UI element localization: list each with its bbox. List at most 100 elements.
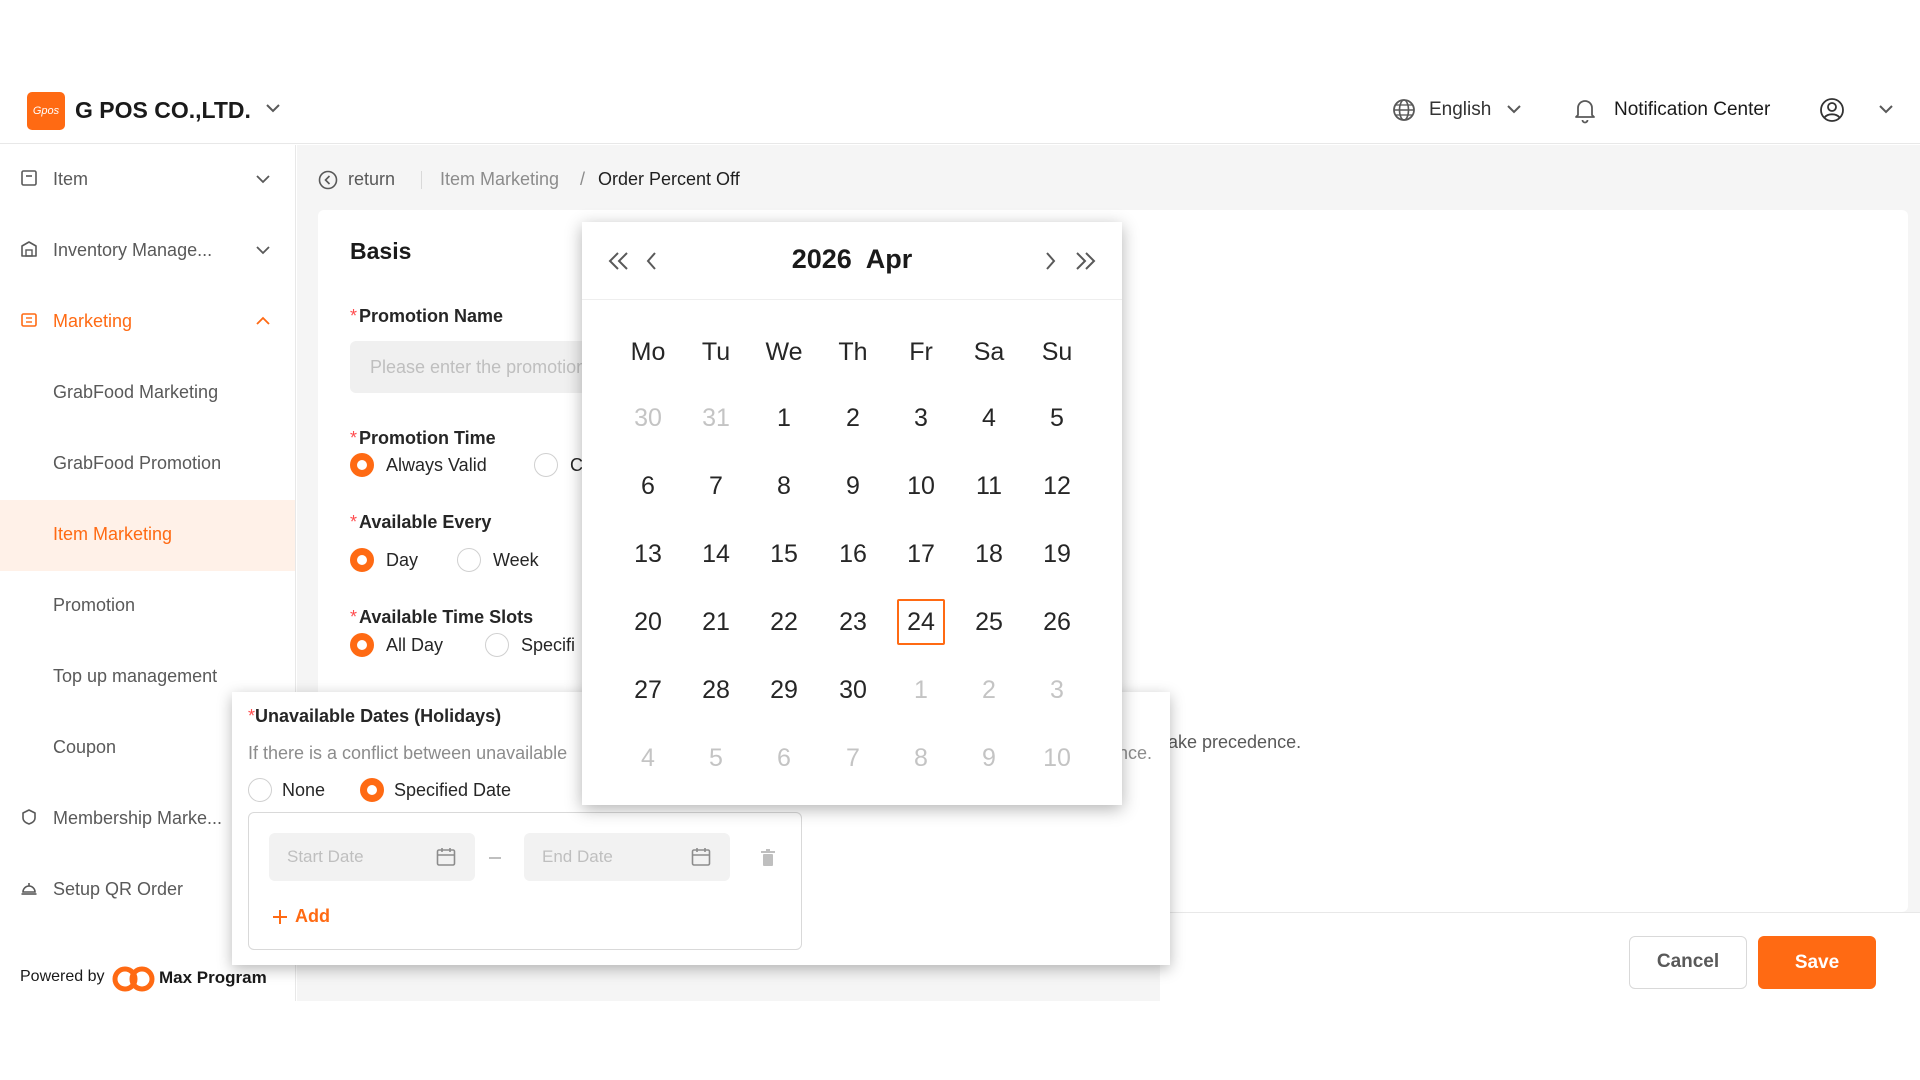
weekday-header: Su bbox=[1041, 338, 1073, 366]
breadcrumb-item-marketing[interactable]: Item Marketing bbox=[440, 169, 559, 190]
promotion-name-input[interactable]: Please enter the promotion name bbox=[350, 341, 590, 393]
chevron-up-icon bbox=[256, 316, 270, 325]
calendar-icon bbox=[691, 848, 711, 866]
calendar-day[interactable]: 2 bbox=[829, 395, 877, 441]
calendar-month[interactable]: Apr bbox=[866, 244, 913, 274]
date-range-box: Start Date End Date Add bbox=[248, 812, 802, 950]
user-chevron-down-icon[interactable] bbox=[1876, 99, 1896, 119]
bell-icon[interactable] bbox=[1572, 96, 1598, 124]
calendar-day[interactable]: 8 bbox=[760, 463, 808, 509]
calendar-day[interactable]: 7 bbox=[692, 463, 740, 509]
language-chevron-down-icon[interactable] bbox=[1504, 99, 1524, 119]
calendar-day[interactable]: 16 bbox=[829, 531, 877, 577]
radio-specified-date[interactable] bbox=[360, 778, 384, 802]
calendar-day[interactable]: 9 bbox=[829, 463, 877, 509]
sidebar-item-grabfood-marketing[interactable]: GrabFood Marketing bbox=[0, 358, 295, 429]
sidebar-item-item-marketing[interactable]: Item Marketing bbox=[0, 500, 295, 571]
sidebar-item-promotion[interactable]: Promotion bbox=[0, 571, 295, 642]
calendar-day[interactable]: 12 bbox=[1033, 463, 1081, 509]
trash-icon[interactable] bbox=[759, 848, 777, 868]
calendar-icon bbox=[436, 848, 456, 866]
sidebar-item-grabfood-promotion[interactable]: GrabFood Promotion bbox=[0, 429, 295, 500]
sidebar-item-marketing[interactable]: Marketing bbox=[0, 287, 295, 358]
chevron-down-icon bbox=[256, 246, 270, 255]
calendar-day[interactable]: 31 bbox=[692, 395, 740, 441]
calendar-day[interactable]: 11 bbox=[965, 463, 1013, 509]
calendar-day[interactable]: 30 bbox=[624, 395, 672, 441]
calendar-day[interactable]: 14 bbox=[692, 531, 740, 577]
max-program-logo-icon bbox=[112, 966, 155, 992]
plus-icon[interactable] bbox=[271, 908, 289, 926]
add-date-button[interactable]: Add bbox=[295, 906, 330, 927]
calendar-day[interactable]: 3 bbox=[1033, 667, 1081, 713]
calendar-day[interactable]: 10 bbox=[897, 463, 945, 509]
radio-none[interactable] bbox=[248, 778, 272, 802]
radio-custom-time[interactable] bbox=[534, 453, 558, 477]
next-year-icon[interactable] bbox=[1072, 250, 1098, 272]
company-chevron-down-icon[interactable] bbox=[263, 98, 283, 118]
calendar-day[interactable]: 5 bbox=[1033, 395, 1081, 441]
calendar-day[interactable]: 2 bbox=[965, 667, 1013, 713]
calendar-day[interactable]: 23 bbox=[829, 599, 877, 645]
calendar-day[interactable]: 10 bbox=[1033, 735, 1081, 781]
radio-week[interactable] bbox=[457, 548, 481, 572]
ticket-icon bbox=[21, 313, 37, 327]
radio-specific-time[interactable] bbox=[485, 633, 509, 657]
return-link[interactable]: return bbox=[348, 169, 395, 190]
box-icon bbox=[21, 170, 37, 186]
calendar-day[interactable]: 3 bbox=[897, 395, 945, 441]
sidebar-item-label: Membership Marke... bbox=[53, 808, 223, 828]
radio-always-valid[interactable] bbox=[350, 453, 374, 477]
calendar-day[interactable]: 15 bbox=[760, 531, 808, 577]
calendar-day[interactable]: 25 bbox=[965, 599, 1013, 645]
calendar-day[interactable]: 29 bbox=[760, 667, 808, 713]
calendar-day[interactable]: 1 bbox=[897, 667, 945, 713]
notification-center-link[interactable]: Notification Center bbox=[1614, 99, 1770, 121]
calendar-day[interactable]: 5 bbox=[692, 735, 740, 781]
calendar-day[interactable]: 20 bbox=[624, 599, 672, 645]
radio-label: Specifi bbox=[521, 635, 576, 655]
holidays-info-end: nce. bbox=[1118, 743, 1153, 763]
calendar-day[interactable]: 9 bbox=[965, 735, 1013, 781]
section-title: Basis bbox=[350, 238, 412, 264]
sidebar-item-inventory[interactable]: Inventory Manage... bbox=[0, 216, 295, 287]
calendar-day[interactable]: 21 bbox=[692, 599, 740, 645]
calendar-day[interactable]: 4 bbox=[624, 735, 672, 781]
max-program-brand: Max Program bbox=[159, 968, 267, 987]
calendar-day[interactable]: 1 bbox=[760, 395, 808, 441]
calendar-day[interactable]: 27 bbox=[624, 667, 672, 713]
next-month-icon[interactable] bbox=[1042, 250, 1058, 272]
calendar-day-today[interactable]: 24 bbox=[897, 599, 945, 645]
end-date-input[interactable]: End Date bbox=[524, 833, 730, 881]
calendar-title[interactable]: 2026 Apr bbox=[582, 244, 1122, 275]
calendar-year[interactable]: 2026 bbox=[792, 244, 852, 274]
calendar-day[interactable]: 30 bbox=[829, 667, 877, 713]
calendar-day[interactable]: 22 bbox=[760, 599, 808, 645]
calendar-day[interactable]: 18 bbox=[965, 531, 1013, 577]
save-button[interactable]: Save bbox=[1758, 936, 1876, 989]
calendar-day[interactable]: 6 bbox=[624, 463, 672, 509]
available-time-slots-label: * Available Time Slots bbox=[350, 607, 534, 627]
calendar-day[interactable]: 4 bbox=[965, 395, 1013, 441]
calendar-day[interactable]: 7 bbox=[829, 735, 877, 781]
calendar-day[interactable]: 17 bbox=[897, 531, 945, 577]
globe-icon[interactable] bbox=[1391, 97, 1417, 123]
calendar-day[interactable]: 19 bbox=[1033, 531, 1081, 577]
radio-all-day[interactable] bbox=[350, 633, 374, 657]
holidays-info: If there is a conflict between unavailab… bbox=[248, 743, 568, 763]
calendar-day[interactable]: 13 bbox=[624, 531, 672, 577]
calendar-day[interactable]: 28 bbox=[692, 667, 740, 713]
badge-icon bbox=[22, 809, 36, 825]
calendar-day[interactable]: 8 bbox=[897, 735, 945, 781]
radio-day[interactable] bbox=[350, 548, 374, 572]
start-date-input[interactable]: Start Date bbox=[269, 833, 475, 881]
language-selector[interactable]: English bbox=[1429, 99, 1491, 121]
cancel-button[interactable]: Cancel bbox=[1629, 936, 1747, 989]
calendar-day[interactable]: 6 bbox=[760, 735, 808, 781]
available-every-label: * Available Every bbox=[350, 512, 492, 532]
user-avatar-icon[interactable] bbox=[1818, 96, 1846, 124]
return-circle-icon[interactable] bbox=[318, 170, 338, 190]
calendar-day[interactable]: 26 bbox=[1033, 599, 1081, 645]
sidebar-item-item[interactable]: Item bbox=[0, 145, 295, 216]
company-name[interactable]: G POS CO.,LTD. bbox=[75, 97, 251, 124]
